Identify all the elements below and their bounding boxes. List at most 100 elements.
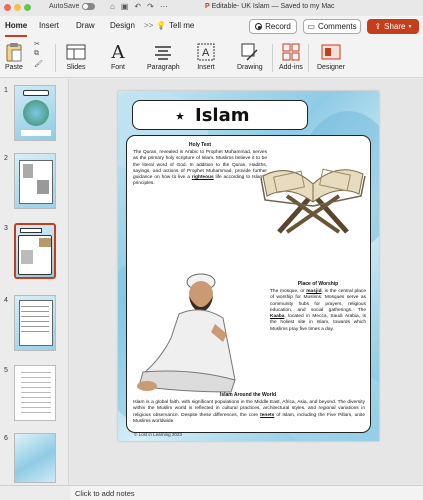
worship-emphasis-2: Kaaba xyxy=(270,314,285,320)
font-group[interactable]: A Font xyxy=(111,40,126,72)
share-icon: ⇪ xyxy=(374,22,382,31)
crescent-star-icon xyxy=(165,106,184,124)
separator xyxy=(308,44,309,72)
save-icon[interactable]: ▣ xyxy=(121,2,129,11)
record-button[interactable]: Record xyxy=(249,19,297,34)
close-window-icon[interactable] xyxy=(4,4,11,11)
tab-insert[interactable]: Insert xyxy=(39,21,59,30)
clipboard-icon xyxy=(6,40,22,64)
drawing-group[interactable]: Drawing xyxy=(237,40,263,71)
home-icon[interactable]: ⌂ xyxy=(110,2,115,11)
worship-emphasis-1: masjid xyxy=(306,289,322,294)
tab-draw[interactable]: Draw xyxy=(76,21,95,30)
redo-icon[interactable]: ↷ xyxy=(147,2,154,11)
slide-thumbnail-1[interactable] xyxy=(14,85,56,141)
slide-canvas[interactable]: Islam Holy Text The Quran, revealed in A… xyxy=(118,91,379,441)
autosave: AutoSave xyxy=(49,3,96,10)
slide-title-box[interactable]: Islam xyxy=(132,100,308,130)
ribbon-toolbar: Paste ✂ ⧉ 🖌 Slides A Font Paragraph A In… xyxy=(0,38,423,78)
thumbnail-image xyxy=(39,238,51,247)
worship-part-1: The mosque, or xyxy=(270,289,307,294)
notes-pane[interactable]: Click to add notes xyxy=(70,485,423,500)
insert-label: Insert xyxy=(197,64,215,71)
thumbnail-number: 4 xyxy=(4,297,8,304)
more-tabs-chevron[interactable]: >> xyxy=(144,21,153,30)
worship-part-3: , located in Mecca, Saudi Arabia, is the… xyxy=(270,314,366,332)
cut-icon[interactable]: ✂ xyxy=(34,40,43,48)
insert-group[interactable]: A Insert xyxy=(197,40,215,71)
lightbulb-icon: 💡 xyxy=(156,21,166,30)
autosave-toggle[interactable] xyxy=(82,3,96,10)
thumbnail-number: 1 xyxy=(4,87,8,94)
separator xyxy=(272,44,273,72)
paragraph-group[interactable]: Paragraph xyxy=(147,40,180,71)
globe-icon xyxy=(23,100,49,126)
svg-text:A: A xyxy=(202,47,210,59)
slides-icon xyxy=(66,40,86,64)
record-icon xyxy=(255,23,263,30)
copy-icon[interactable]: ⧉ xyxy=(34,50,43,58)
thumbnail-title-box xyxy=(23,90,49,96)
shapes-icon xyxy=(241,40,259,64)
drawing-label: Drawing xyxy=(237,64,263,71)
thumbnail-number: 2 xyxy=(4,155,8,162)
worship-body: The mosque, or masjid, is the central pl… xyxy=(270,289,366,333)
world-emphasis: tenets xyxy=(260,412,275,418)
paragraph-icon xyxy=(154,40,172,64)
clipboard-tools: ✂ ⧉ 🖌 xyxy=(34,40,43,68)
world-heading: Islam Around the World xyxy=(219,392,277,398)
comments-label: Comments xyxy=(317,22,357,31)
font-icon: A xyxy=(111,41,125,63)
chevron-down-icon: ▾ xyxy=(408,24,412,30)
undo-icon[interactable]: ↶ xyxy=(134,2,141,11)
document-title: P Editable- UK Islam — Saved to my Mac xyxy=(205,3,335,10)
content-box[interactable]: Holy Text The Quran, revealed in Arabic … xyxy=(126,135,371,433)
paste-label: Paste xyxy=(5,64,23,71)
slide-thumbnail-6[interactable] xyxy=(14,433,56,483)
slide-title: Islam xyxy=(195,105,250,126)
thumbnail-number: 5 xyxy=(4,367,8,374)
format-painter-icon[interactable]: 🖌 xyxy=(34,60,43,68)
powerpoint-icon: P xyxy=(205,3,210,10)
ribbon-tabs: Home Insert Draw Design >> 💡 Tell me Rec… xyxy=(0,16,423,38)
holy-text-emphasis: righteous xyxy=(191,175,214,181)
slides-group[interactable]: Slides xyxy=(66,40,86,71)
thumbnail-text xyxy=(21,130,51,136)
textbox-icon: A xyxy=(197,40,215,64)
slide-thumbnail-2[interactable] xyxy=(14,153,56,209)
slide-editor[interactable]: Islam Holy Text The Quran, revealed in A… xyxy=(70,79,423,485)
record-label: Record xyxy=(265,22,291,31)
tell-me-search[interactable]: Tell me xyxy=(169,21,194,30)
slide-thumbnail-3[interactable] xyxy=(14,223,56,279)
tab-home[interactable]: Home xyxy=(5,21,27,30)
addins-label: Add-ins xyxy=(279,64,303,71)
worship-heading: Place of Worship xyxy=(297,281,339,287)
slide-thumbnail-4[interactable] xyxy=(14,295,56,351)
slide-thumbnail-5[interactable] xyxy=(14,365,56,421)
minimize-window-icon[interactable] xyxy=(14,4,21,11)
thumbnail-image xyxy=(37,180,49,194)
slide-thumbnail-panel[interactable]: 1 2 3 4 5 6 xyxy=(0,79,69,485)
designer-group[interactable]: Designer xyxy=(317,40,345,71)
font-label: Font xyxy=(111,64,126,71)
praying-man-illustration xyxy=(137,273,236,393)
more-icon[interactable]: ⋯ xyxy=(160,2,168,11)
thumbnail-image xyxy=(23,164,33,178)
paste-group[interactable]: Paste xyxy=(5,40,23,71)
copyright-text: © Lost in Learning 2023 xyxy=(134,432,182,437)
thumbnail-number: 6 xyxy=(4,435,8,442)
paragraph-label: Paragraph xyxy=(147,64,180,71)
tab-design[interactable]: Design xyxy=(110,21,135,30)
slides-label: Slides xyxy=(66,64,86,71)
addins-group[interactable]: Add-ins xyxy=(279,40,303,71)
separator xyxy=(55,44,56,72)
zoom-window-icon[interactable] xyxy=(24,4,31,11)
share-button[interactable]: ⇪ Share ▾ xyxy=(367,19,419,34)
designer-icon xyxy=(321,40,341,64)
addins-icon xyxy=(282,40,300,64)
autosave-label: AutoSave xyxy=(49,3,80,10)
designer-label: Designer xyxy=(317,64,346,71)
notes-bar-left xyxy=(0,485,70,500)
comments-button[interactable]: ▭ Comments xyxy=(303,19,361,34)
thumbnail-number: 3 xyxy=(4,225,8,232)
